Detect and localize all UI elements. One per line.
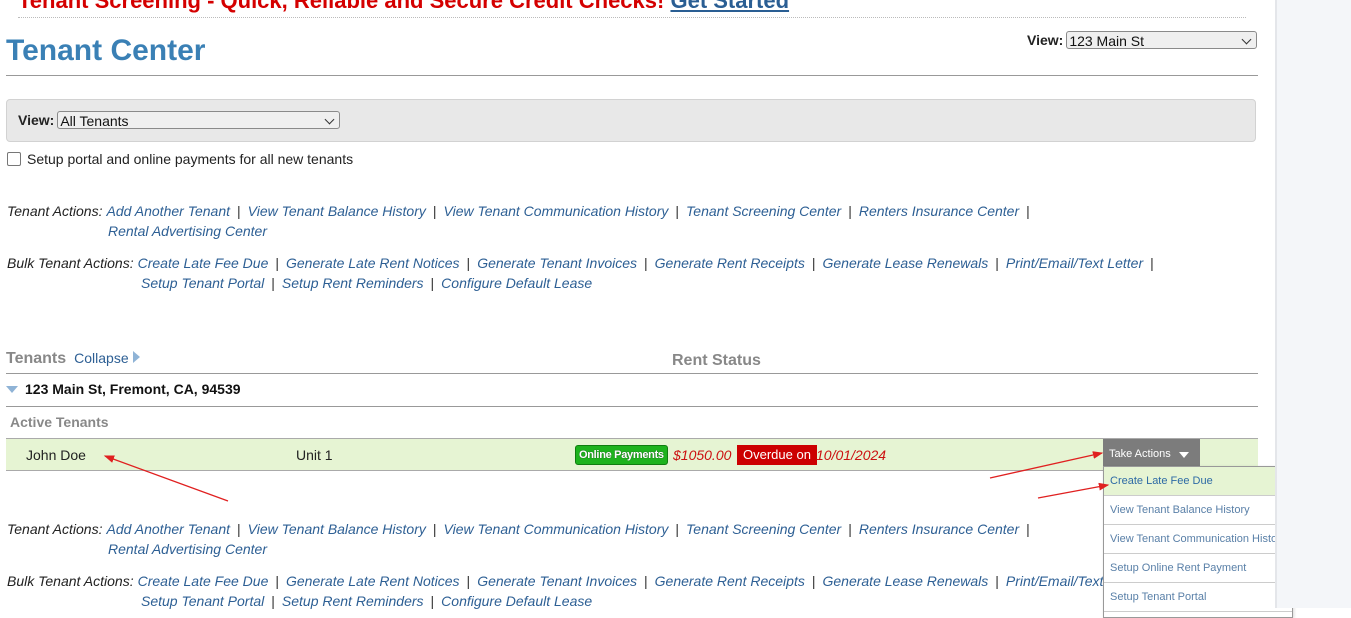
tenant-view-value: All Tenants [60,113,129,129]
rent-status-heading: Rent Status [672,352,761,369]
bulk-actions-label: Bulk Tenant Actions: [7,255,134,271]
promo-text: Tenant Screening - Quick, Reliable and S… [18,0,665,13]
bulk-actions-label: Bulk Tenant Actions: [7,573,134,589]
generate-tenant-invoices-link[interactable]: Generate Tenant Invoices [477,253,637,273]
bulk-actions-bottom: Bulk Tenant Actions: Create Late Fee Due… [7,571,1154,611]
create-late-fee-due-link[interactable]: Create Late Fee Due [138,253,269,273]
tenant-actions-label: Tenant Actions: [7,521,103,537]
menu-item-create-late-fee-due[interactable]: Create Late Fee Due [1104,467,1292,496]
property-view-label: View: [1027,32,1064,48]
triangle-down-icon [6,385,18,393]
menu-item-view-communication-history[interactable]: View Tenant Communication History [1104,525,1292,554]
setup-portal-option: Setup portal and online payments for all… [7,151,353,167]
tenant-name[interactable]: John Doe [26,447,86,463]
side-panel [1275,0,1351,608]
chevron-down-icon [1241,34,1252,45]
print-email-text-letter-link[interactable]: Print/Email/Text Letter [1006,253,1143,273]
rental-advertising-center-link[interactable]: Rental Advertising Center [108,221,267,241]
promo-divider [18,17,1246,18]
bulk-actions-top: Bulk Tenant Actions: Create Late Fee Due… [7,253,1154,293]
tenants-heading: Tenants [6,350,67,367]
promo-banner: Tenant Screening - Quick, Reliable and S… [18,0,789,14]
title-divider [6,75,1258,76]
filter-bar: View: All Tenants [6,99,1256,142]
tenant-actions-bottom: Tenant Actions: Add Another Tenant | View… [7,519,1030,559]
tenant-view-select[interactable]: All Tenants [57,111,341,129]
get-started-link[interactable]: Get Started [670,0,789,13]
generate-late-rent-notices-link[interactable]: Generate Late Rent Notices [286,253,460,273]
property-view-select[interactable]: 123 Main St [1066,31,1258,49]
tenant-unit: Unit 1 [296,447,333,463]
rental-advertising-center-link[interactable]: Rental Advertising Center [108,539,267,559]
tenant-actions-top: Tenant Actions: Add Another Tenant | View… [7,201,1030,241]
generate-rent-receipts-link[interactable]: Generate Rent Receipts [655,253,805,273]
menu-item-view-balance-history[interactable]: View Tenant Balance History [1104,496,1292,525]
active-tenants-heading: Active Tenants [10,414,109,430]
add-another-tenant-link[interactable]: Add Another Tenant [106,201,230,221]
renters-insurance-center-link[interactable]: Renters Insurance Center [859,201,1019,221]
add-another-tenant-link[interactable]: Add Another Tenant [106,519,230,539]
property-view-value: 123 Main St [1069,33,1145,49]
setup-portal-checkbox[interactable] [7,152,21,166]
generate-late-rent-notices-link[interactable]: Generate Late Rent Notices [286,571,460,591]
chevron-down-icon [324,114,335,125]
header-divider [6,373,1258,374]
tenant-screening-center-link[interactable]: Tenant Screening Center [686,201,841,221]
caret-down-icon [1178,451,1189,458]
generate-lease-renewals-link[interactable]: Generate Lease Renewals [822,571,988,591]
view-communication-history-link[interactable]: View Tenant Communication History [444,201,669,221]
menu-item-setup-online-rent-payment[interactable]: Setup Online Rent Payment [1104,554,1292,583]
configure-default-lease-link[interactable]: Configure Default Lease [441,273,592,293]
property-view-selector: View: 123 Main St [1027,31,1258,49]
view-communication-history-link[interactable]: View Tenant Communication History [444,519,669,539]
setup-portal-label: Setup portal and online payments for all… [27,151,354,167]
main-content: Tenant Screening - Quick, Reliable and S… [0,0,1293,618]
property-address: 123 Main St, Fremont, CA, 94539 [25,381,241,397]
tenant-view-label: View: [18,112,55,128]
view-balance-history-link[interactable]: View Tenant Balance History [248,519,426,539]
generate-tenant-invoices-link[interactable]: Generate Tenant Invoices [477,571,637,591]
tenant-actions-label: Tenant Actions: [7,203,103,219]
take-actions-menu: Create Late Fee Due View Tenant Balance … [1103,466,1293,618]
setup-tenant-portal-link[interactable]: Setup Tenant Portal [141,273,264,293]
rent-amount: $1050.00 [673,447,732,463]
renters-insurance-center-link[interactable]: Renters Insurance Center [859,519,1019,539]
setup-rent-reminders-link[interactable]: Setup Rent Reminders [282,273,424,293]
due-date: 10/01/2024 [816,447,887,463]
property-divider [6,406,1258,407]
generate-rent-receipts-link[interactable]: Generate Rent Receipts [655,571,805,591]
overdue-status-badge: Overdue on [737,445,817,465]
generate-lease-renewals-link[interactable]: Generate Lease Renewals [822,253,988,273]
table-row: John Doe Unit 1 Online Payments $1050.00… [6,438,1258,471]
tenants-header: Tenants Collapse [6,350,140,368]
triangle-right-icon [132,351,140,363]
page-title: Tenant Center [6,34,206,67]
tenant-screening-center-link[interactable]: Tenant Screening Center [686,519,841,539]
property-group[interactable]: 123 Main St, Fremont, CA, 94539 [6,381,241,397]
create-late-fee-due-link[interactable]: Create Late Fee Due [138,571,269,591]
setup-rent-reminders-link[interactable]: Setup Rent Reminders [282,591,424,611]
setup-tenant-portal-link[interactable]: Setup Tenant Portal [141,591,264,611]
collapse-link[interactable]: Collapse [74,350,140,366]
view-balance-history-link[interactable]: View Tenant Balance History [248,201,426,221]
collapse-label: Collapse [74,350,129,366]
configure-default-lease-link[interactable]: Configure Default Lease [441,591,592,611]
online-payments-badge: Online Payments [575,445,668,465]
